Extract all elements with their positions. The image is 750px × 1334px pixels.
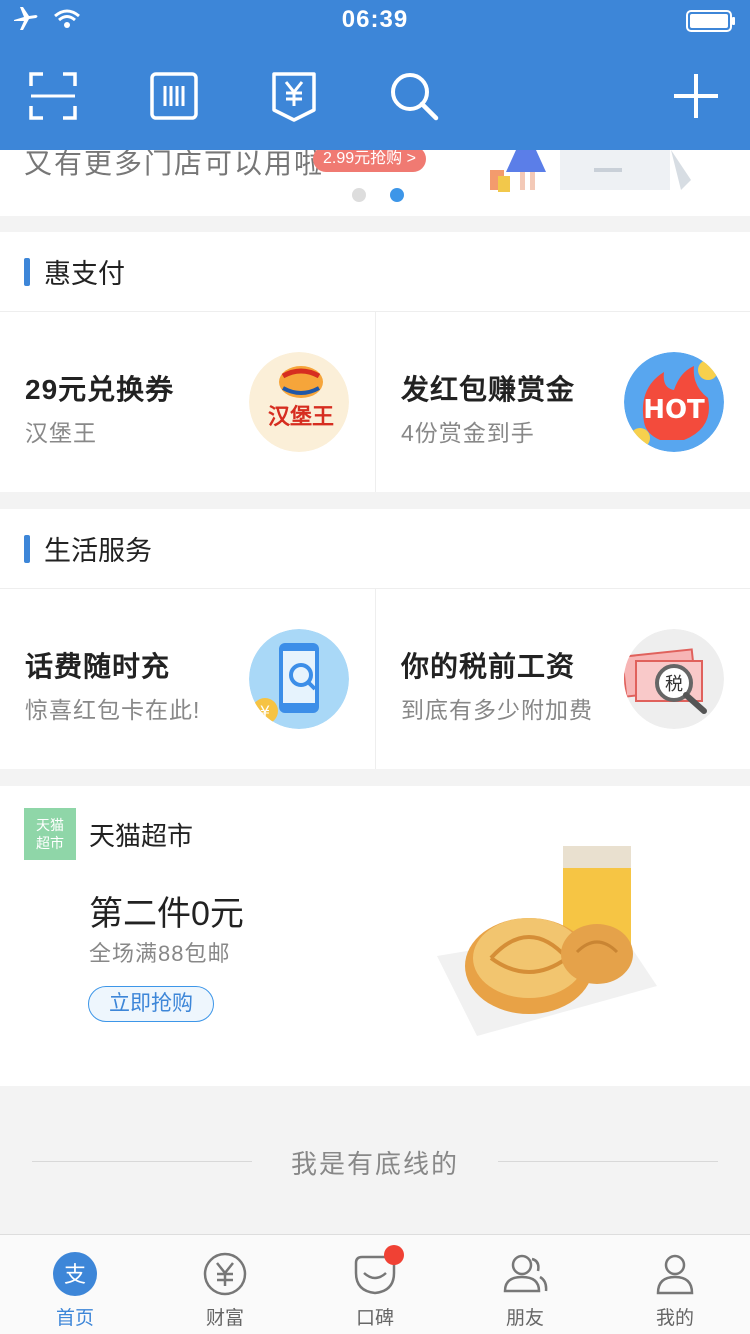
tab-label: 财富 xyxy=(205,1308,244,1329)
svg-text:¥: ¥ xyxy=(260,702,270,721)
ticket-yen-icon xyxy=(272,72,316,122)
logo-text: 汉堡王 xyxy=(268,404,334,430)
section-header: 生活服务 xyxy=(0,509,750,589)
end-of-list-text: 我是有底线的 xyxy=(290,1149,459,1179)
buy-now-button[interactable]: 立即抢购 xyxy=(88,986,214,1022)
section-header: 惠支付 xyxy=(0,232,750,312)
tmall-logo-line2: 超市 xyxy=(36,835,64,851)
card-title: 发红包赚赏金 xyxy=(401,374,576,405)
tab-home[interactable]: 支 首页 xyxy=(0,1235,150,1334)
status-time: 06:39 xyxy=(341,6,409,33)
section-marker xyxy=(24,257,30,286)
scan-button[interactable] xyxy=(23,66,83,126)
scan-icon xyxy=(29,72,77,120)
status-bar: 06:39 xyxy=(0,0,750,40)
card-subtitle: 4份赏金到手 xyxy=(401,420,535,446)
tax-magnifier-icon: 税 xyxy=(624,629,724,729)
tab-wealth[interactable]: 财富 xyxy=(150,1235,300,1334)
section-life-services: 生活服务 话费随时充 惊喜红包卡在此! ¥ 你的税前工资 到底有多少附加费 税 xyxy=(0,509,750,769)
section-hui-pay: 惠支付 29元兑换券 汉堡王 汉堡王 发红包赚赏金 4份赏金到手 HOT xyxy=(0,232,750,492)
barcode-icon xyxy=(150,72,198,120)
bread-product-image xyxy=(437,846,657,1036)
tmall-logo: 天猫 超市 xyxy=(24,808,76,860)
card-title: 话费随时充 xyxy=(25,651,171,682)
carousel-indicator xyxy=(352,188,404,204)
divider-right xyxy=(498,1161,718,1162)
notification-badge xyxy=(384,1245,404,1265)
tab-mine[interactable]: 我的 xyxy=(600,1235,750,1334)
friends-icon xyxy=(503,1254,548,1293)
search-button[interactable] xyxy=(384,66,444,126)
card-subtitle: 惊喜红包卡在此! xyxy=(25,697,201,723)
hot-fire-icon: HOT xyxy=(624,352,724,452)
logo-text: HOT xyxy=(643,395,705,425)
tab-label: 口碑 xyxy=(355,1308,394,1329)
search-icon xyxy=(391,73,439,121)
pay-code-button[interactable] xyxy=(144,66,204,126)
card-burger-king-coupon[interactable]: 29元兑换券 汉堡王 汉堡王 xyxy=(0,312,375,492)
banner-text: 又有更多门店可以用啦 xyxy=(24,150,325,179)
tab-koubei[interactable]: 口碑 xyxy=(300,1235,450,1334)
section-title: 惠支付 xyxy=(44,259,125,289)
battery-icon xyxy=(686,10,735,32)
yen-circle-icon xyxy=(203,1252,247,1296)
section-marker xyxy=(24,534,30,563)
profile-icon xyxy=(656,1254,694,1295)
promo-banner[interactable]: 又有更多门店可以用啦 2.99元抢购 > xyxy=(0,150,750,216)
carousel-dot[interactable] xyxy=(352,188,366,202)
card-red-packet-reward[interactable]: 发红包赚赏金 4份赏金到手 HOT xyxy=(375,312,750,492)
carousel-dot-active[interactable] xyxy=(390,188,404,202)
svg-text:支: 支 xyxy=(64,1263,86,1288)
tmall-subtitle: 全场满88包邮 xyxy=(89,941,231,966)
shopping-illustration xyxy=(490,150,691,192)
alipay-icon: 支 xyxy=(53,1252,97,1296)
tab-label: 我的 xyxy=(655,1308,694,1329)
section-title: 生活服务 xyxy=(44,536,152,566)
end-of-list: 我是有底线的 xyxy=(0,1086,750,1234)
toolbar xyxy=(0,66,750,126)
card-subtitle: 汉堡王 xyxy=(25,420,97,446)
tmall-title: 第二件0元 xyxy=(89,895,244,933)
top-header: 06:39 xyxy=(0,0,750,150)
tab-label: 朋友 xyxy=(505,1308,544,1329)
card-title: 你的税前工资 xyxy=(401,651,576,682)
card-salary-tax[interactable]: 你的税前工资 到底有多少附加费 税 xyxy=(375,589,750,769)
card-phone-recharge[interactable]: 话费随时充 惊喜红包卡在此! ¥ xyxy=(0,589,375,769)
card-title: 29元兑换券 xyxy=(25,374,175,405)
plus-icon xyxy=(674,74,718,118)
tab-friends[interactable]: 朋友 xyxy=(450,1235,600,1334)
tmall-logo-line1: 天猫 xyxy=(36,817,64,833)
burger-king-logo: 汉堡王 xyxy=(249,352,349,452)
card-subtitle: 到底有多少附加费 xyxy=(401,697,593,723)
tab-bar: 支 首页 财富 口碑 朋友 我的 xyxy=(0,1234,750,1334)
phone-search-icon: ¥ xyxy=(249,629,349,729)
tmall-supermarket-ad[interactable]: 天猫 超市 天猫超市 第二件0元 全场满88包邮 立即抢购 xyxy=(0,786,750,1086)
add-button[interactable] xyxy=(666,66,726,126)
card-bag-button[interactable] xyxy=(264,66,324,126)
banner-badge: 2.99元抢购 > xyxy=(313,150,426,172)
logo-text: 税 xyxy=(665,674,683,695)
tab-label: 首页 xyxy=(55,1308,94,1329)
tmall-name: 天猫超市 xyxy=(89,821,194,851)
